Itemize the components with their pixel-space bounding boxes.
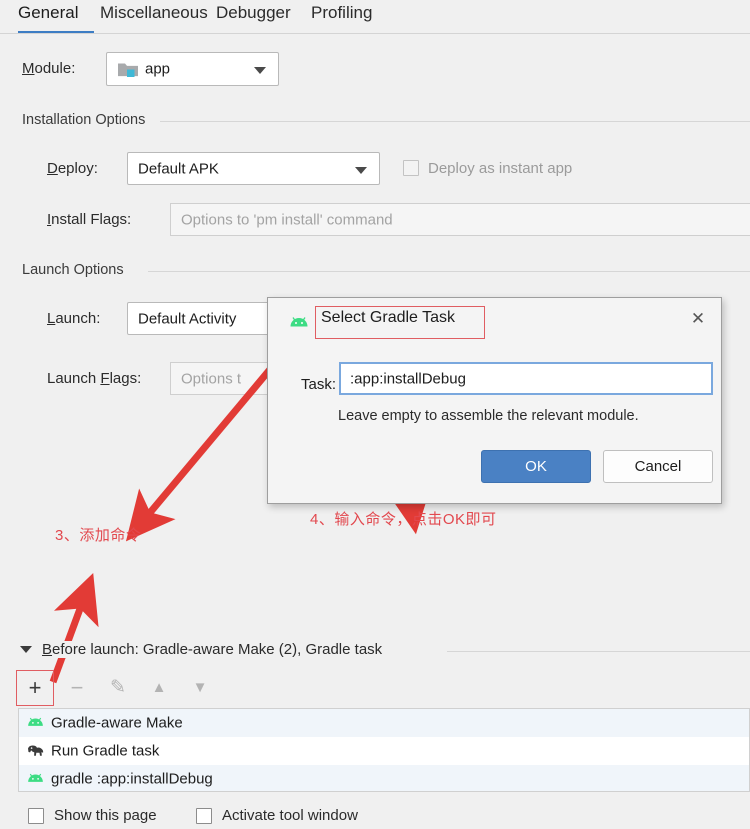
before-launch-collapse-icon[interactable]: [20, 646, 32, 653]
annotation-note-4: 4、输入命令，点击OK即可: [310, 511, 497, 528]
tab-debugger[interactable]: Debugger: [216, 3, 291, 30]
tab-bar-divider: [0, 33, 750, 34]
android-icon: [288, 315, 310, 329]
install-flags-label-rest: nstall Flags:: [51, 211, 132, 228]
minus-icon: −: [70, 675, 84, 700]
tab-profiling-label: Profiling: [311, 3, 373, 22]
android-icon: [26, 772, 45, 787]
run-configuration-panel: General Miscellaneous Debugger Profiling…: [0, 0, 750, 829]
module-label-rest: odule:: [34, 60, 76, 77]
move-up-button[interactable]: ▲: [144, 674, 174, 702]
arrow-down-icon: ▼: [192, 679, 208, 696]
gradle-elephant-icon: [26, 744, 45, 759]
activate-tool-window-checkbox[interactable]: [196, 808, 212, 824]
before-launch-title-mnemonic: B: [42, 641, 53, 658]
pencil-icon: ✎: [110, 677, 126, 698]
launch-flags-label-prefix: Launch: [47, 370, 101, 387]
show-this-page-label: Show this page: [54, 807, 157, 824]
android-icon: [26, 716, 45, 731]
task-hint: Leave empty to assemble the relevant mod…: [338, 408, 639, 424]
close-icon[interactable]: ✕: [687, 308, 709, 330]
tab-general[interactable]: General: [18, 3, 78, 30]
annotation-box-add-button: [16, 670, 54, 706]
launch-combobox[interactable]: Default Activity: [127, 302, 287, 335]
module-combobox[interactable]: app: [106, 52, 279, 86]
launch-flags-label: Launch Flags:: [47, 370, 141, 387]
launch-label-rest: aunch:: [55, 310, 101, 327]
list-item[interactable]: Run Gradle task: [19, 737, 749, 765]
annotation-box-dialog-title: [315, 306, 485, 339]
install-flags-placeholder: Options to 'pm install' command: [181, 211, 393, 228]
installation-options-group-line: [160, 121, 750, 122]
module-label-mnemonic: M: [22, 60, 35, 77]
module-value: app: [145, 60, 171, 78]
tab-general-label: General: [18, 3, 79, 22]
deploy-label-mnemonic: D: [47, 160, 58, 177]
edit-button[interactable]: ✎: [103, 674, 133, 702]
list-item[interactable]: Gradle-aware Make: [19, 709, 749, 737]
move-down-button[interactable]: ▼: [185, 674, 215, 702]
list-item-label: Run Gradle task: [51, 742, 160, 760]
remove-button[interactable]: −: [62, 674, 92, 702]
folder-module-icon: [117, 61, 139, 78]
show-this-page-checkbox[interactable]: [28, 808, 44, 824]
deploy-instant-app-checkbox[interactable]: [403, 160, 419, 176]
launch-options-group-title: Launch Options: [22, 262, 130, 278]
tab-debugger-label: Debugger: [216, 3, 291, 22]
launch-flags-placeholder: Options t: [181, 370, 242, 387]
list-item[interactable]: gradle :app:installDebug: [19, 765, 749, 791]
module-label: Module:: [22, 60, 75, 77]
launch-label: Launch:: [47, 310, 100, 327]
before-launch-title: Before launch: Gradle-aware Make (2), Gr…: [42, 641, 389, 658]
tab-miscellaneous-label: Miscellaneous: [100, 3, 208, 22]
launch-options-group-line: [148, 271, 750, 272]
deploy-combobox[interactable]: Default APK: [127, 152, 380, 185]
before-launch-title-rest: efore launch: Gradle-aware Make (2), Gra…: [52, 641, 383, 658]
deploy-label: Deploy:: [47, 160, 98, 177]
install-flags-label: Install Flags:: [47, 211, 131, 228]
install-flags-input[interactable]: Options to 'pm install' command: [170, 203, 750, 236]
tab-profiling[interactable]: Profiling: [311, 3, 372, 30]
launch-flags-label-mnemonic: F: [100, 370, 110, 387]
before-launch-group-line: [447, 651, 750, 652]
task-input[interactable]: :app:installDebug: [339, 362, 713, 395]
annotation-note-3: 3、添加命令: [55, 527, 142, 544]
activate-tool-window-label: Activate tool window: [222, 807, 358, 824]
arrow-up-icon: ▲: [151, 679, 167, 696]
deploy-instant-app-label: Deploy as instant app: [428, 160, 573, 177]
task-label: Task:: [301, 376, 337, 393]
tab-miscellaneous[interactable]: Miscellaneous: [100, 3, 208, 30]
before-launch-list[interactable]: Gradle-aware Make Run Gradle task gradle…: [18, 708, 750, 792]
ok-button[interactable]: OK: [481, 450, 591, 483]
launch-flags-label-rest: lags:: [109, 370, 142, 387]
tab-bar: General Miscellaneous Debugger Profiling: [0, 0, 750, 34]
list-item-label: gradle :app:installDebug: [51, 770, 213, 788]
list-item-label: Gradle-aware Make: [51, 714, 183, 732]
task-input-value: :app:installDebug: [350, 370, 466, 387]
chevron-down-icon: [355, 166, 367, 174]
chevron-down-icon: [254, 67, 266, 74]
launch-value: Default Activity: [138, 310, 237, 327]
deploy-label-rest: eploy:: [57, 160, 98, 177]
cancel-button[interactable]: Cancel: [603, 450, 713, 483]
deploy-value: Default APK: [138, 160, 219, 177]
installation-options-group-title: Installation Options: [22, 112, 152, 128]
